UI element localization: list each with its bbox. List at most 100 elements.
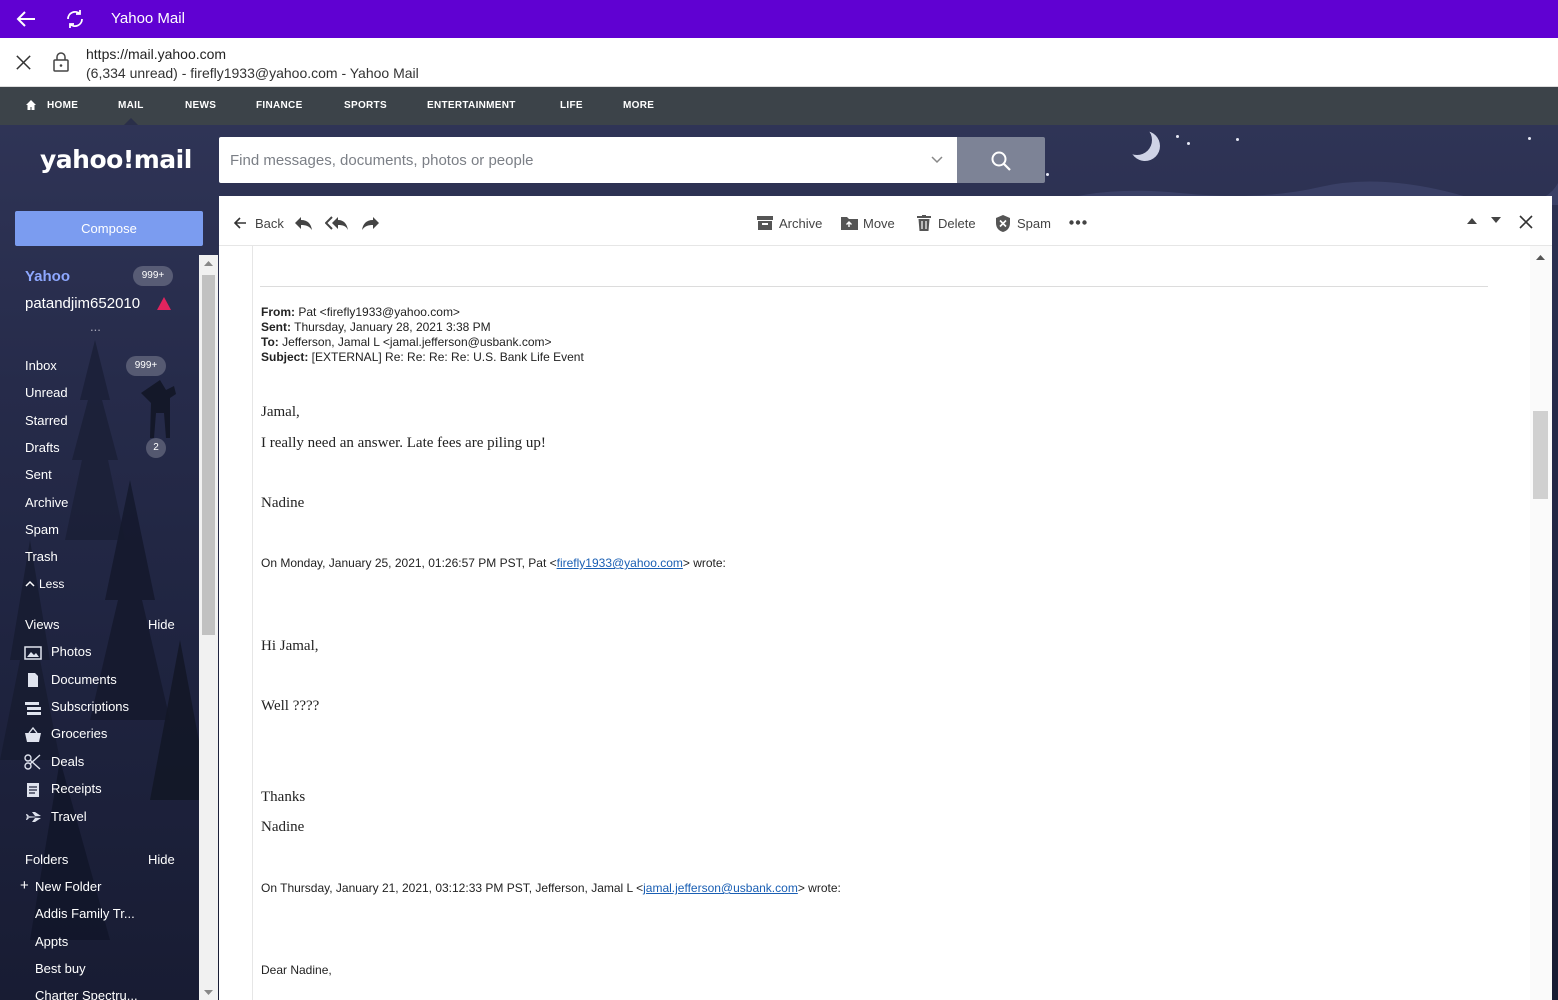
folder-starred[interactable]: Starred [25, 413, 68, 428]
more-accounts-dots[interactable]: ... [90, 319, 101, 334]
nav-finance[interactable]: FINANCE [256, 100, 303, 111]
nav-home[interactable]: HOME [47, 100, 78, 111]
archive-button[interactable]: Archive [779, 216, 822, 231]
plane-icon [25, 812, 41, 822]
nav-news[interactable]: NEWS [185, 100, 216, 111]
header-sent: Sent: Thursday, January 28, 2021 3:38 PM [261, 320, 491, 334]
message-body: From: Pat <firefly1933@yahoo.com> Sent: … [252, 246, 1529, 1000]
account-patandjim[interactable]: patandjim652010 [25, 295, 140, 312]
lock-icon [53, 52, 69, 72]
folder-unread[interactable]: Unread [25, 385, 68, 400]
archive-icon [757, 216, 773, 230]
nav-life[interactable]: LIFE [560, 100, 583, 111]
message-scrollbar[interactable] [1530, 246, 1552, 1000]
view-photos[interactable]: Photos [51, 644, 91, 659]
account-yahoo[interactable]: Yahoo [25, 268, 70, 285]
quote-header-1: On Monday, January 25, 2021, 01:26:57 PM… [261, 556, 726, 570]
view-groceries[interactable]: Groceries [51, 726, 107, 741]
body-line-1: I really need an answer. Late fees are p… [261, 435, 546, 451]
plus-icon: + [20, 877, 29, 894]
nav-entertainment[interactable]: ENTERTAINMENT [427, 100, 516, 111]
search-box [219, 137, 957, 183]
email-link[interactable]: jamal.jefferson@usbank.com [643, 881, 798, 895]
app-title-bar: Yahoo Mail [0, 0, 1558, 38]
search-button[interactable] [957, 137, 1045, 183]
less-toggle[interactable]: Less [39, 577, 64, 591]
url-text[interactable]: https://mail.yahoo.com [86, 46, 226, 62]
view-documents[interactable]: Documents [51, 672, 117, 687]
address-bar: https://mail.yahoo.com (6,334 unread) - … [0, 38, 1558, 87]
quote-header-2: On Thursday, January 21, 2021, 03:12:33 … [261, 881, 841, 895]
refresh-icon[interactable] [63, 7, 87, 31]
message-scroll-thumb[interactable] [1533, 411, 1548, 499]
folder-drafts[interactable]: Drafts [25, 440, 60, 455]
shield-icon [996, 215, 1010, 232]
folder-spam[interactable]: Spam [25, 522, 59, 537]
scroll-up-icon[interactable] [1536, 254, 1545, 260]
header-from: From: Pat <firefly1933@yahoo.com> [261, 305, 460, 319]
user-folder[interactable]: Best buy [35, 961, 86, 976]
signature-1: Nadine [261, 495, 305, 511]
forward-icon[interactable] [361, 215, 381, 231]
home-icon[interactable] [25, 99, 37, 111]
moon-decoration [1122, 125, 1152, 155]
nav-mail[interactable]: MAIL [118, 100, 144, 111]
receipt-icon [27, 783, 39, 797]
view-receipts[interactable]: Receipts [51, 781, 102, 796]
thanks-line: Thanks [261, 789, 306, 805]
views-title: Views [25, 617, 60, 632]
view-deals[interactable]: Deals [51, 754, 84, 769]
user-folder[interactable]: Appts [35, 934, 68, 949]
view-travel[interactable]: Travel [51, 809, 87, 824]
close-icon[interactable] [14, 53, 33, 72]
greeting-2: Hi Jamal, [261, 638, 319, 654]
reply-all-icon[interactable] [325, 215, 349, 231]
message-toolbar: Back Archive Move Delete Spam [219, 196, 1552, 246]
sidebar-scroll-thumb[interactable] [202, 275, 215, 635]
previous-message-icon[interactable] [1467, 217, 1477, 224]
chevron-down-icon[interactable] [930, 152, 944, 166]
nav-sports[interactable]: SPORTS [344, 100, 387, 111]
view-subscriptions[interactable]: Subscriptions [51, 699, 129, 714]
nav-more[interactable]: MORE [623, 100, 654, 111]
star-decoration [1176, 135, 1179, 138]
scroll-up-icon[interactable] [204, 260, 213, 266]
sidebar-scrollbar[interactable] [199, 255, 218, 1000]
basket-icon [25, 727, 41, 742]
reply-icon[interactable] [293, 215, 313, 231]
compose-button[interactable]: Compose [15, 211, 203, 246]
greeting-3: Dear Nadine, [261, 963, 332, 977]
views-hide-button[interactable]: Hide [148, 617, 175, 632]
back-button[interactable]: Back [255, 216, 284, 231]
folder-sent[interactable]: Sent [25, 467, 52, 482]
greeting-1: Jamal, [261, 404, 300, 420]
folder-inbox[interactable]: Inbox [25, 358, 57, 373]
next-message-icon[interactable] [1491, 217, 1501, 224]
sidebar: Compose Yahoo 999+ patandjim652010 ... I… [0, 195, 218, 1000]
email-link[interactable]: firefly1933@yahoo.com [557, 556, 683, 570]
folder-trash[interactable]: Trash [25, 549, 58, 564]
close-message-icon[interactable] [1519, 215, 1533, 229]
delete-button[interactable]: Delete [938, 216, 976, 231]
star-decoration [1236, 138, 1239, 141]
move-button[interactable]: Move [863, 216, 895, 231]
trash-icon [917, 215, 931, 231]
inbox-badge: 999+ [126, 356, 166, 376]
more-icon[interactable] [1069, 220, 1087, 225]
page-title: (6,334 unread) - firefly1933@yahoo.com -… [86, 65, 419, 81]
arrow-left-icon [233, 217, 246, 229]
photo-icon [24, 646, 42, 660]
yahoo-mail-logo[interactable]: yahoo!mail [40, 145, 192, 174]
folders-hide-button[interactable]: Hide [148, 852, 175, 867]
spam-button[interactable]: Spam [1017, 216, 1051, 231]
new-folder-button[interactable]: New Folder [35, 879, 101, 894]
warning-icon [157, 297, 171, 310]
folder-archive[interactable]: Archive [25, 495, 68, 510]
search-input[interactable] [219, 137, 919, 183]
active-nav-caret [124, 118, 138, 125]
move-icon [841, 217, 858, 230]
back-arrow-icon[interactable] [14, 7, 38, 31]
user-folder[interactable]: Charter Spectru... [35, 988, 138, 1000]
user-folder[interactable]: Addis Family Tr... [35, 906, 135, 921]
scroll-down-icon[interactable] [204, 990, 213, 996]
